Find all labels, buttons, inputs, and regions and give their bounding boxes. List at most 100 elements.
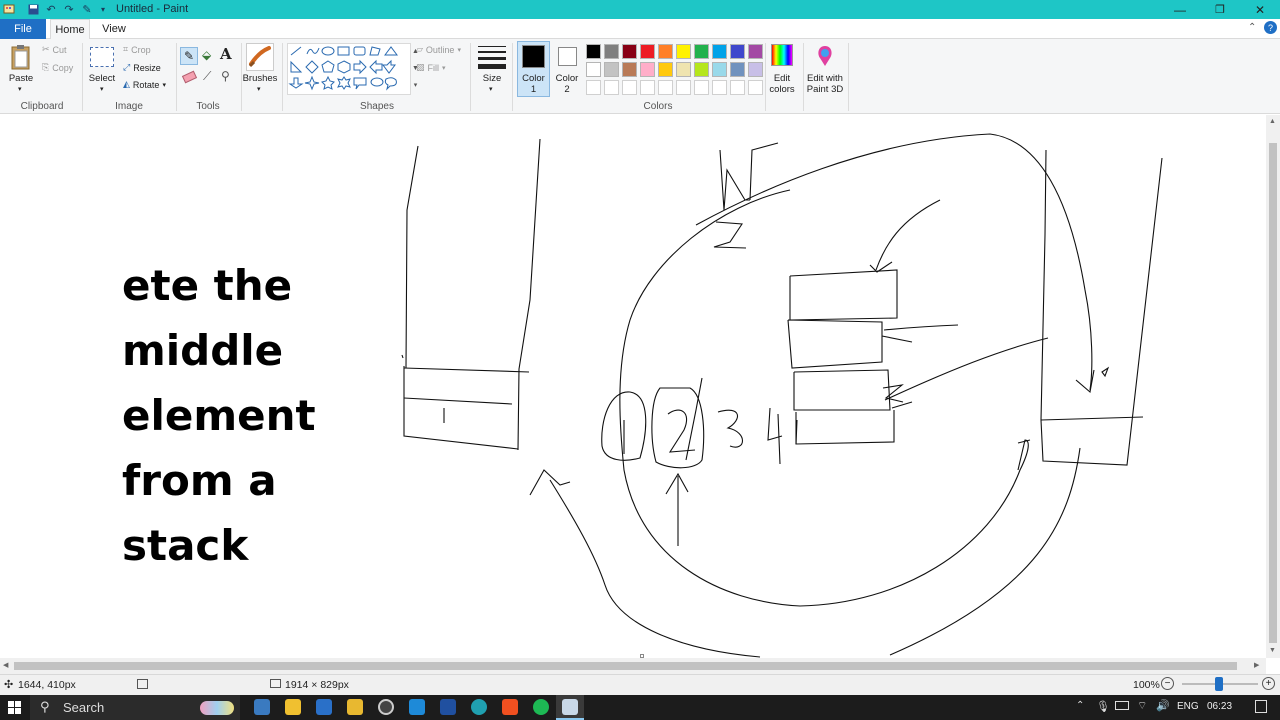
custom-color-slot[interactable] — [658, 80, 673, 95]
task-view-icon[interactable] — [254, 699, 270, 715]
collapse-ribbon-icon[interactable]: ⌃ — [1248, 22, 1256, 33]
help-icon[interactable]: ? — [1264, 21, 1277, 34]
zoom-out-icon[interactable]: − — [1161, 677, 1174, 690]
network-icon[interactable]: ⌔ — [1137, 699, 1147, 713]
redo-icon[interactable]: ↷ — [62, 2, 76, 16]
select-icon[interactable] — [90, 47, 114, 67]
clock[interactable]: 06:23 — [1207, 701, 1232, 712]
text-tool-icon[interactable]: A — [220, 45, 232, 63]
zoom-in-icon[interactable]: + — [1262, 677, 1275, 690]
edit-colors-label-2[interactable]: colors — [765, 84, 799, 95]
volume-icon[interactable]: 🔊 — [1156, 699, 1170, 712]
microphone-icon[interactable]: 🎙 — [1096, 700, 1110, 713]
scroll-down-icon[interactable]: ▼ — [1269, 647, 1276, 654]
pencil-quick-icon[interactable]: ✎ — [80, 2, 94, 16]
word-icon[interactable] — [440, 699, 456, 715]
maximize-button[interactable]: ❐ — [1200, 0, 1240, 19]
obs-icon[interactable] — [378, 699, 394, 715]
color2-label[interactable]: Color — [552, 73, 582, 84]
cut-button[interactable]: ✂ Cut — [42, 44, 67, 55]
custom-color-slot[interactable] — [694, 80, 709, 95]
edit-colors-icon[interactable] — [771, 44, 793, 66]
close-button[interactable]: ✕ — [1240, 0, 1280, 19]
vscode-icon[interactable] — [409, 699, 425, 715]
taskbar-search-box[interactable]: ⚲ Search — [30, 695, 240, 720]
palette-swatch[interactable] — [640, 44, 655, 59]
magnifier-icon[interactable]: ⚲ — [221, 69, 230, 83]
color-picker-icon[interactable]: ⟋ — [203, 69, 211, 84]
copy-button[interactable]: ⎘ Copy — [42, 62, 73, 73]
edit-colors-label-1[interactable]: Edit — [765, 73, 799, 84]
palette-swatch[interactable] — [712, 44, 727, 59]
undo-icon[interactable]: ↶ — [44, 2, 58, 16]
crop-button[interactable]: ⌗ Crop — [123, 44, 151, 55]
palette-swatch[interactable] — [694, 44, 709, 59]
custom-color-slot[interactable] — [712, 80, 727, 95]
palette-swatch[interactable] — [712, 62, 727, 77]
paint3d-label-2[interactable]: Paint 3D — [805, 84, 845, 95]
shapes-gallery[interactable] — [287, 43, 411, 95]
horizontal-scrollbar[interactable]: ◀ ▶ — [0, 658, 1266, 674]
palette-swatch[interactable] — [748, 62, 763, 77]
custom-color-slot[interactable] — [604, 80, 619, 95]
palette-swatch[interactable] — [694, 62, 709, 77]
pencil-tool-icon[interactable]: ✎ — [180, 47, 198, 65]
spotify-icon[interactable] — [533, 699, 549, 715]
horizontal-scroll-thumb[interactable] — [14, 662, 1237, 670]
tab-home[interactable]: Home — [50, 19, 90, 39]
customize-toolbar-icon[interactable]: ▾ — [96, 2, 110, 16]
notification-icon[interactable] — [1255, 700, 1267, 713]
minimize-button[interactable]: — — [1160, 0, 1200, 19]
custom-color-slot[interactable] — [748, 80, 763, 95]
windows-start-icon[interactable] — [8, 701, 21, 714]
custom-color-slot[interactable] — [622, 80, 637, 95]
size-dropdown-icon[interactable]: ▾ — [489, 85, 493, 93]
resize-button[interactable]: ⤢ Resize — [123, 62, 161, 73]
palette-swatch[interactable] — [604, 62, 619, 77]
palette-swatch[interactable] — [730, 62, 745, 77]
outline-button[interactable]: ▱ Outline ▾ — [416, 44, 461, 55]
brushes-icon[interactable] — [246, 43, 274, 71]
size-icon[interactable] — [478, 44, 506, 70]
color2-swatch[interactable] — [558, 47, 577, 66]
scroll-left-icon[interactable]: ◀ — [3, 661, 8, 669]
edge-icon[interactable] — [471, 699, 487, 715]
canvas-area[interactable]: ete the middle element from a stack — [0, 115, 1266, 658]
brushes-button[interactable]: Brushes — [242, 73, 278, 84]
palette-swatch[interactable] — [586, 62, 601, 77]
paste-icon[interactable] — [9, 44, 33, 72]
brave-icon[interactable] — [502, 699, 518, 715]
language-indicator[interactable]: ENG — [1177, 701, 1199, 712]
custom-color-slot[interactable] — [640, 80, 655, 95]
rotate-button[interactable]: ◭ Rotate ▾ — [123, 79, 166, 90]
select-dropdown-icon[interactable]: ▾ — [100, 85, 104, 93]
microsoft-store-icon[interactable] — [285, 699, 301, 715]
custom-color-slot[interactable] — [676, 80, 691, 95]
eraser-icon[interactable] — [181, 70, 198, 84]
paste-button[interactable]: Paste — [6, 73, 36, 84]
palette-swatch[interactable] — [622, 44, 637, 59]
brushes-dropdown-icon[interactable]: ▾ — [257, 85, 261, 93]
zoom-slider-thumb[interactable] — [1215, 677, 1223, 691]
palette-swatch[interactable] — [676, 62, 691, 77]
paste-dropdown-icon[interactable]: ▾ — [18, 85, 22, 93]
palette-swatch[interactable] — [586, 44, 601, 59]
vertical-scroll-thumb[interactable] — [1269, 143, 1277, 643]
palette-swatch[interactable] — [658, 44, 673, 59]
custom-color-slot[interactable] — [730, 80, 745, 95]
mail-icon[interactable] — [316, 699, 332, 715]
palette-swatch[interactable] — [640, 62, 655, 77]
tab-view[interactable]: View — [94, 19, 134, 39]
select-button[interactable]: Select — [86, 73, 118, 84]
custom-color-slot[interactable] — [586, 80, 601, 95]
palette-swatch[interactable] — [730, 44, 745, 59]
fill-bucket-icon[interactable]: ⬙ — [202, 48, 211, 62]
fill-button[interactable]: ▨ Fill ▾ — [416, 62, 446, 73]
tab-file[interactable]: File — [0, 19, 46, 39]
scroll-up-icon[interactable]: ▲ — [1269, 118, 1276, 125]
paint3d-label-1[interactable]: Edit with — [805, 73, 845, 84]
size-button[interactable]: Size — [476, 73, 508, 84]
vertical-scrollbar[interactable]: ▲ ▼ — [1266, 115, 1280, 658]
palette-swatch[interactable] — [676, 44, 691, 59]
palette-swatch[interactable] — [658, 62, 673, 77]
